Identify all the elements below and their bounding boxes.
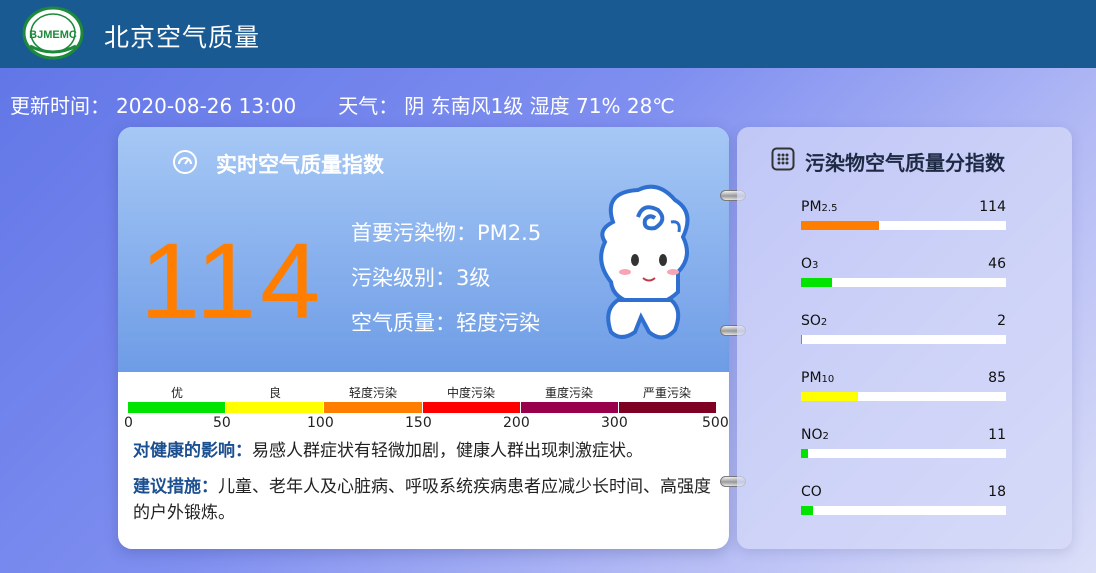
pollutant-bar-fill — [801, 392, 859, 401]
aqi-scale-bar — [128, 402, 717, 413]
pollutant-row: O3 46 — [801, 256, 1006, 296]
info-line: 更新时间： 2020-08-26 13:00 天气：阴 东南风1级 湿度 71% 2… — [10, 90, 681, 119]
health-impact: 对健康的影响：易感人群症状有轻微加剧，健康人群出现刺激症状。 — [133, 439, 718, 465]
scale-tick: 300 — [601, 415, 628, 431]
pollutant-name: SO2 — [801, 313, 828, 329]
scale-label: 严重污染 — [642, 386, 691, 400]
grid-icon — [771, 147, 795, 171]
scale-segment — [128, 402, 227, 413]
aqi-scale-ticks: 0 50 100 150 200 300 500 — [118, 415, 729, 431]
scale-tick: 200 — [503, 415, 530, 431]
scale-tick: 0 — [124, 415, 133, 431]
aqi-scale-labels: 优 良 轻度污染 中度污染 重度污染 严重污染 — [128, 384, 716, 400]
pollutant-name: CO — [801, 484, 822, 500]
pollutant-bar-fill — [801, 221, 879, 230]
pollutant-row: NO2 11 — [801, 427, 1006, 467]
advice-text: 儿童、老年人及心脏病、呼吸系统疾病患者应减少长时间、高强度的户外锻炼。 — [133, 477, 711, 523]
gauge-icon — [173, 150, 197, 174]
update-time-value: 2020-08-26 13:00 — [116, 94, 297, 118]
scale-label: 重度污染 — [544, 386, 593, 400]
pollutant-bar — [801, 335, 1006, 344]
logo-text: BJMEMC — [29, 29, 77, 41]
scale-segment — [422, 402, 521, 413]
scale-segment — [618, 402, 717, 413]
weather-label: 天气： — [338, 94, 399, 118]
update-time-label: 更新时间： — [10, 94, 110, 118]
health-text: 易感人群症状有轻微加剧，健康人群出现刺激症状。 — [252, 441, 643, 461]
pollutant-bar — [801, 506, 1006, 515]
scale-segment — [520, 402, 619, 413]
pollutant-value: 18 — [988, 484, 1006, 500]
pollutant-bar-fill — [801, 335, 803, 344]
pollutant-bar — [801, 449, 1006, 458]
primary-pollutant: 首要污染物：PM2.5 — [351, 221, 542, 245]
aqi-card-top: 实时空气质量指数 114 首要污染物：PM2.5 污染级别：3级 空气质量：轻度… — [118, 127, 729, 372]
pollutant-value: 11 — [988, 427, 1006, 443]
scale-label: 中度污染 — [446, 386, 495, 400]
app-title: 北京空气质量 — [104, 23, 261, 52]
pollutant-bar — [801, 392, 1006, 401]
scale-segment — [226, 402, 325, 413]
scale-segment — [324, 402, 423, 413]
pollutant-bar-fill — [801, 506, 814, 515]
pollutant-bar-fill — [801, 278, 832, 287]
scale-tick: 50 — [213, 415, 231, 431]
air-quality-status: 空气质量：轻度污染 — [351, 311, 540, 335]
pollutant-row: PM2.5 114 — [801, 199, 1006, 239]
pollutant-name: PM10 — [801, 370, 835, 386]
pollutant-value: 2 — [997, 313, 1006, 329]
pollutant-value: 114 — [979, 199, 1006, 215]
pollutant-value: 85 — [988, 370, 1006, 386]
bjmemc-logo: BJMEMC — [22, 6, 84, 60]
aqi-card-title: 实时空气质量指数 — [216, 153, 384, 177]
pollutant-name: NO2 — [801, 427, 829, 443]
advice: 建议措施：儿童、老年人及心脏病、呼吸系统疾病患者应减少长时间、高强度的户外锻炼。 — [133, 475, 718, 526]
pollutant-row: SO2 2 — [801, 313, 1006, 353]
scale-tick: 150 — [405, 415, 432, 431]
scale-label: 良 — [268, 386, 281, 400]
pollutant-name: PM2.5 — [801, 199, 838, 215]
pollutant-name: O3 — [801, 256, 819, 272]
top-bar: BJMEMC 北京空气质量 — [0, 0, 1096, 68]
scale-label: 优 — [170, 386, 183, 400]
pollutant-value: 46 — [988, 256, 1006, 272]
pollutant-row: PM10 85 — [801, 370, 1006, 410]
mascot-image — [599, 184, 690, 340]
pollutant-card: 污染物空气质量分指数 PM2.5 114 O3 46 SO2 2 PM10 85… — [737, 127, 1072, 549]
aqi-value: 114 — [140, 220, 325, 341]
scale-tick: 100 — [307, 415, 334, 431]
weather-value: 阴 东南风1级 湿度 71% 28℃ — [404, 94, 675, 118]
pollutant-row: CO 18 — [801, 484, 1006, 524]
pollutant-bar — [801, 221, 1006, 230]
scale-tick: 500 — [702, 415, 729, 431]
health-label: 对健康的影响： — [133, 441, 252, 461]
aqi-card: 实时空气质量指数 114 首要污染物：PM2.5 污染级别：3级 空气质量：轻度… — [118, 127, 729, 549]
pollutant-bar — [801, 278, 1006, 287]
advice-label: 建议措施： — [133, 477, 218, 497]
scale-label: 轻度污染 — [348, 386, 397, 400]
pollutant-bar-fill — [801, 449, 809, 458]
pollutant-card-title: 污染物空气质量分指数 — [805, 151, 1005, 175]
pollution-level: 污染级别：3级 — [351, 266, 491, 290]
